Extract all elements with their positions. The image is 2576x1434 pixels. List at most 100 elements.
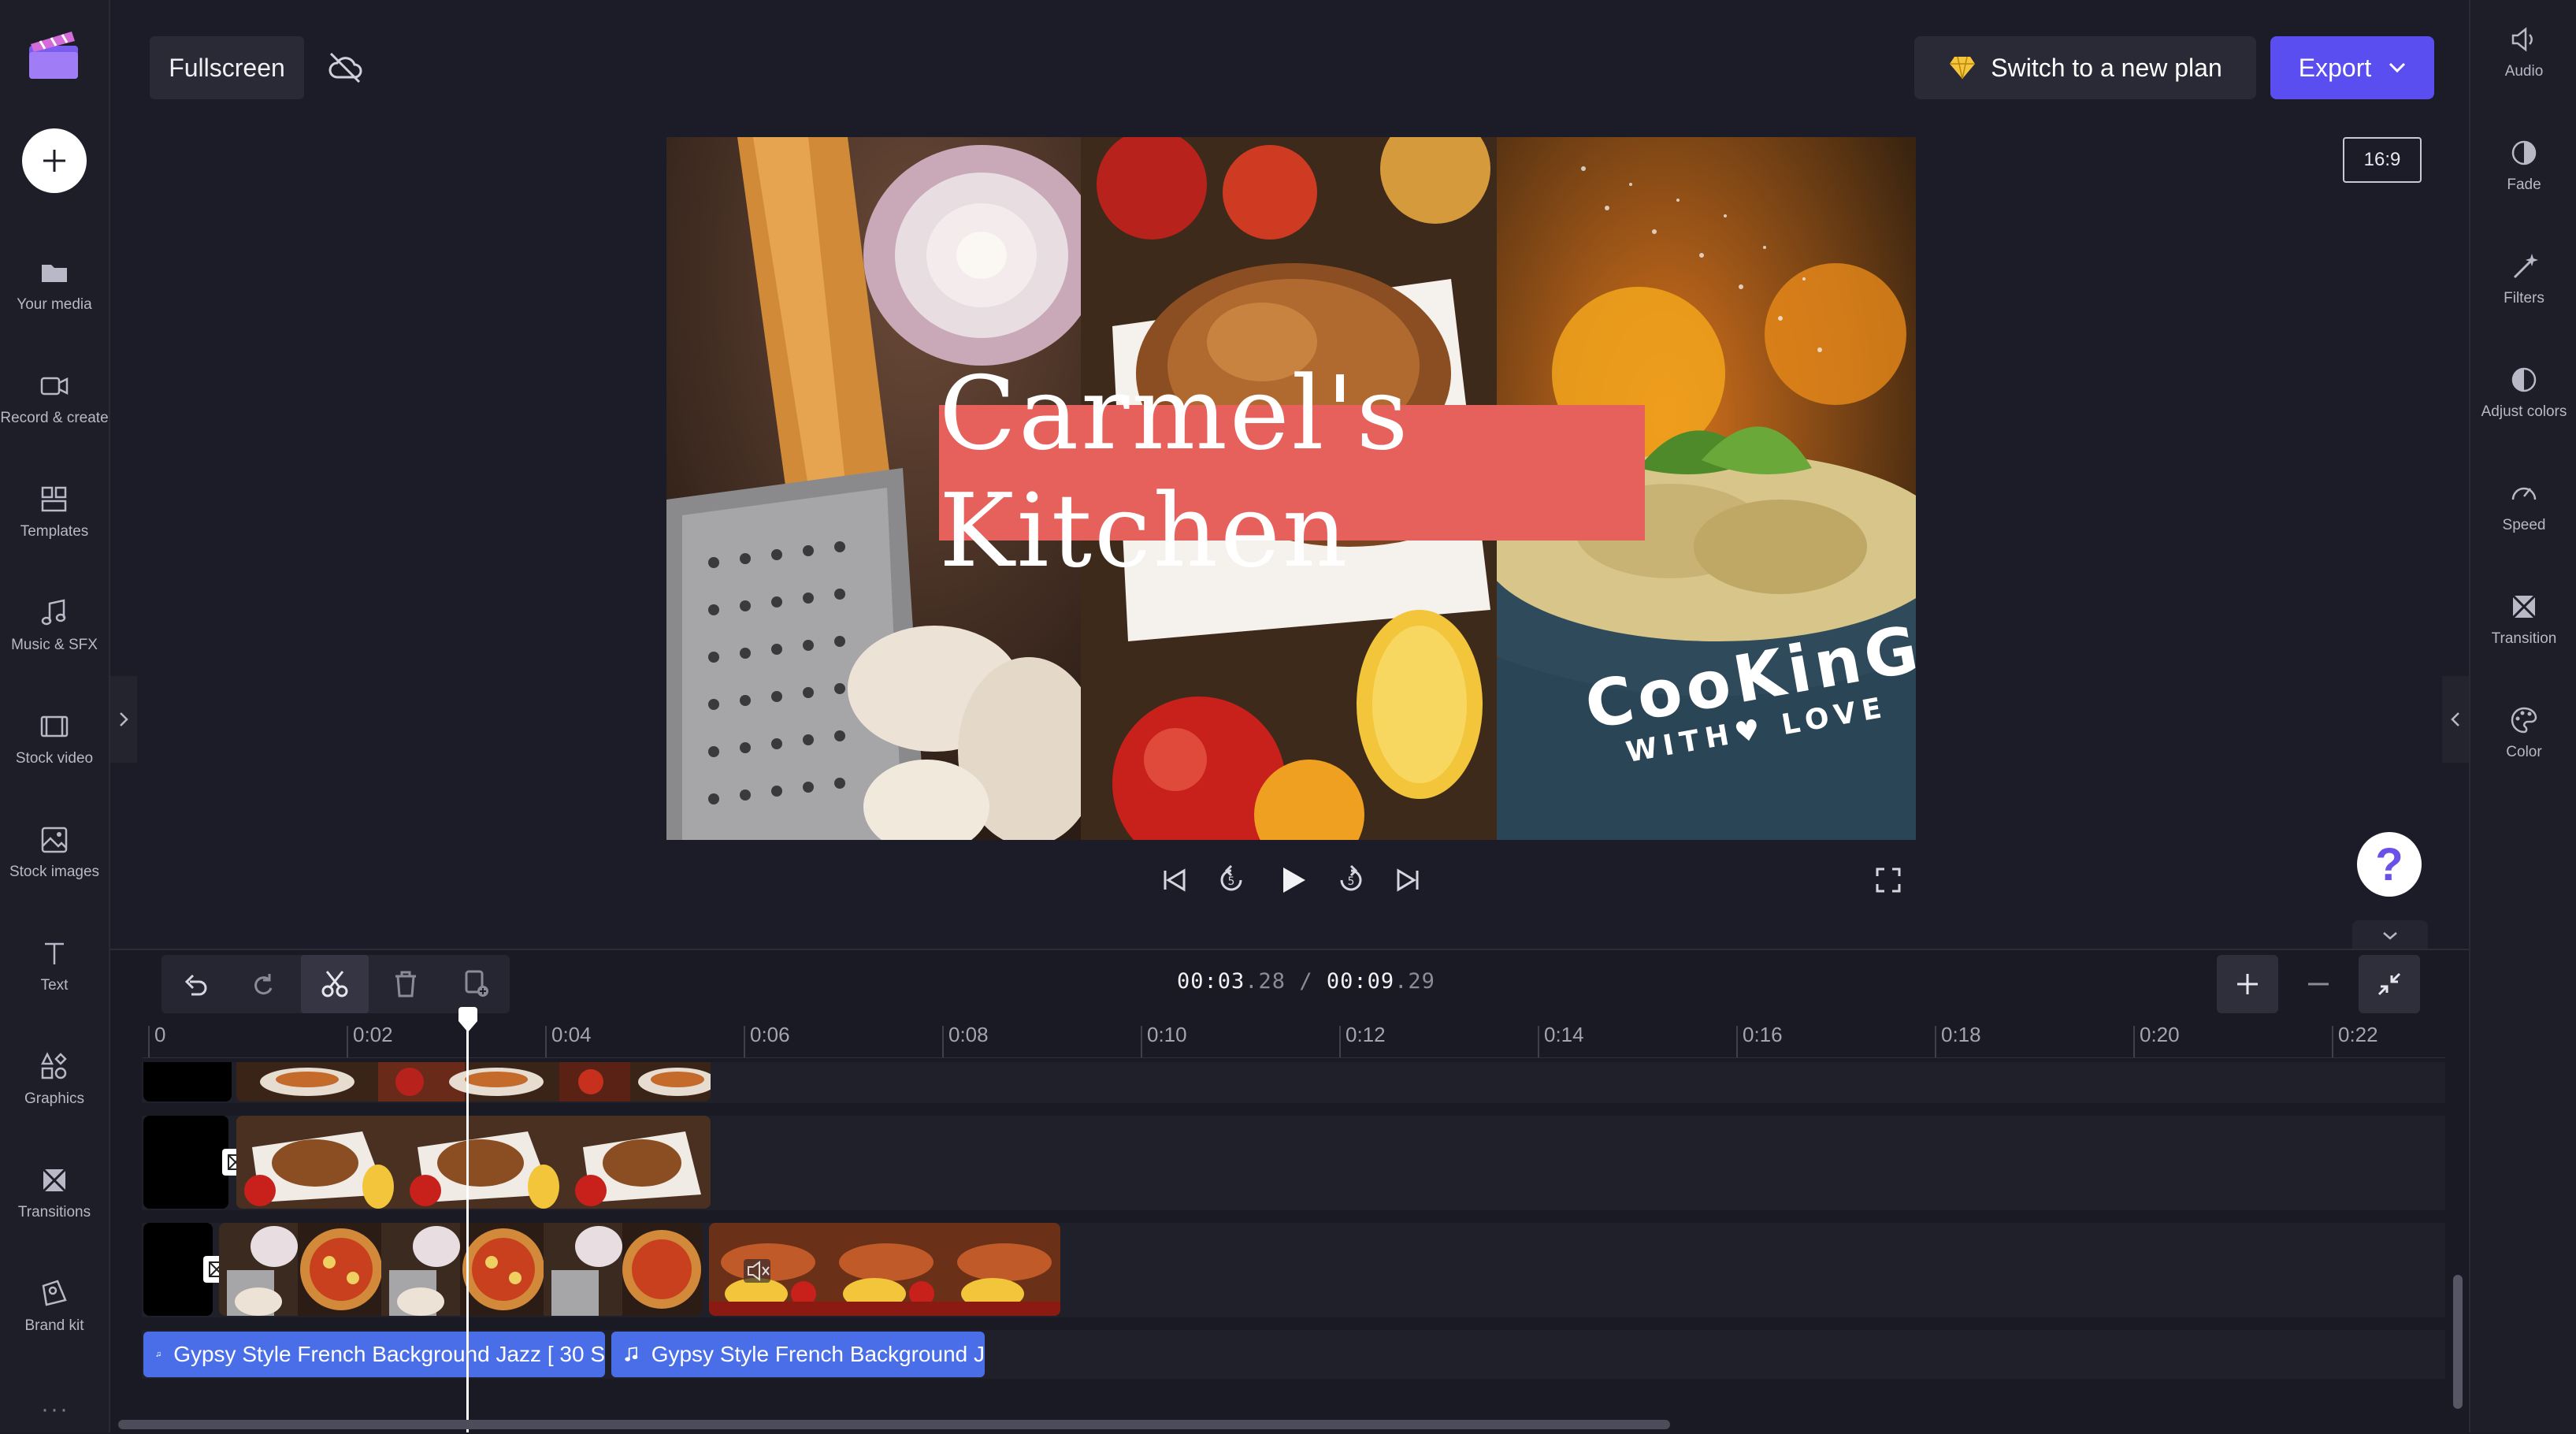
rewind-5s-icon: 5 — [1220, 864, 1242, 891]
preview-fullscreen-button[interactable] — [1869, 860, 1908, 900]
nav-item-label: Adjust colors — [2481, 403, 2567, 420]
nav-item-stock-video[interactable]: Stock video — [0, 711, 109, 805]
nav-item-audio[interactable]: Audio — [2470, 24, 2576, 118]
undo-icon — [184, 974, 207, 996]
nav-item-transition[interactable]: Transition — [2470, 591, 2576, 685]
undo-button[interactable] — [161, 955, 229, 1013]
duplicate-button[interactable] — [443, 955, 510, 1013]
nav-item-label: Your media — [17, 296, 92, 313]
redo-icon — [254, 974, 273, 995]
title-overlay[interactable]: Carmel's Kitchen — [939, 355, 1645, 590]
transition-icon — [39, 1165, 70, 1196]
chevron-right-icon — [120, 712, 128, 726]
nav-item-your-media[interactable]: Your media — [0, 257, 109, 351]
forward-5-button[interactable]: 5 — [1331, 860, 1371, 900]
nav-item-text[interactable]: Text — [0, 938, 109, 1032]
diamond-icon — [1950, 56, 1976, 80]
ruler-label: 0:06 — [750, 1023, 790, 1046]
rewind-5-button[interactable]: 5 — [1212, 860, 1251, 900]
current-frames: .28 — [1245, 969, 1286, 994]
duplicate-icon — [465, 970, 488, 997]
ruler-label: 0:08 — [948, 1023, 989, 1046]
video-clip-4[interactable] — [709, 1223, 1060, 1316]
expand-left-panel-button[interactable] — [110, 676, 137, 763]
timeline-vertical-scrollbar[interactable] — [2453, 1275, 2463, 1409]
ruler-label: 0:20 — [2140, 1023, 2180, 1046]
nav-item-brand-kit[interactable]: Brand kit — [0, 1278, 109, 1373]
ruler-label: 0:02 — [353, 1023, 393, 1046]
nav-item-adjust-colors[interactable]: Adjust colors — [2470, 364, 2576, 459]
nav-item-label: Graphics — [24, 1090, 85, 1107]
clip-thumbnails — [236, 1062, 711, 1102]
ruler-label: 0:22 — [2338, 1023, 2378, 1046]
forward-5s-icon: 5 — [1340, 864, 1362, 891]
black-clip[interactable] — [143, 1062, 232, 1102]
plus-icon — [2237, 974, 2258, 994]
video-preview[interactable]: Carmel's Kitchen CooKinG WITH♥ LOVE — [666, 137, 1916, 840]
zoom-in-button[interactable] — [2217, 955, 2278, 1013]
svg-text:5: 5 — [1228, 875, 1235, 888]
zoom-out-button[interactable] — [2288, 955, 2349, 1013]
minus-icon — [2308, 983, 2329, 986]
nav-item-filters[interactable]: Filters — [2470, 251, 2576, 345]
nav-item-stock-images[interactable]: Stock images — [0, 824, 109, 919]
timeline-ruler[interactable]: 0 0:02 0:04 0:06 0:08 0:10 0:12 0:14 0:16 0:18 0:2… — [142, 1018, 2445, 1058]
switch-plan-label: Switch to a new plan — [1991, 53, 2222, 82]
collapse-timeline-button[interactable] — [2352, 920, 2428, 952]
nav-item-color[interactable]: Color — [2470, 704, 2576, 799]
export-label: Export — [2298, 53, 2372, 82]
play-button[interactable] — [1273, 860, 1312, 900]
current-time: 00:03 — [1177, 969, 1245, 994]
aspect-ratio-button[interactable]: 16:9 — [2343, 137, 2422, 183]
audio-clip-label: Gypsy Style French Background J — [651, 1342, 985, 1366]
nav-item-transitions[interactable]: Transitions — [0, 1165, 109, 1259]
app-logo-icon[interactable] — [26, 28, 81, 82]
split-button[interactable] — [301, 955, 369, 1013]
video-clip-2[interactable] — [236, 1116, 711, 1209]
trash-icon — [395, 971, 416, 997]
skip-to-end-button[interactable] — [1388, 860, 1427, 900]
switch-plan-button[interactable]: Switch to a new plan — [1914, 36, 2256, 99]
ruler-label: 0:10 — [1147, 1023, 1187, 1046]
text-icon — [39, 938, 70, 969]
add-media-button[interactable] — [22, 128, 87, 193]
export-button[interactable]: Export — [2270, 36, 2434, 99]
nav-item-graphics[interactable]: Graphics — [0, 1051, 109, 1146]
black-clip[interactable] — [143, 1116, 228, 1209]
nav-item-speed[interactable]: Speed — [2470, 477, 2576, 572]
speaker-icon — [2508, 24, 2540, 55]
audio-clip-1[interactable]: Gypsy Style French Background Jazz [ 30 … — [143, 1332, 605, 1377]
redo-button[interactable] — [230, 955, 298, 1013]
help-button[interactable]: ? — [2357, 832, 2422, 897]
palette-icon — [2508, 704, 2540, 736]
nav-item-label: Music & SFX — [11, 637, 98, 653]
wand-icon — [2508, 251, 2540, 282]
cloud-sync-off-icon[interactable] — [326, 49, 364, 87]
fullscreen-button[interactable]: Fullscreen — [150, 36, 304, 99]
play-icon — [1283, 867, 1305, 893]
more-options-icon[interactable]: ··· — [41, 1396, 69, 1423]
playhead-handle[interactable] — [457, 1007, 479, 1034]
nav-item-label: Stock images — [9, 864, 100, 880]
clip-thumbnails — [709, 1223, 1060, 1316]
nav-item-record-create[interactable]: Record & create — [0, 370, 109, 465]
chevron-down-icon — [2389, 62, 2406, 73]
nav-item-music-sfx[interactable]: Music & SFX — [0, 597, 109, 692]
nav-item-fade[interactable]: Fade — [2470, 137, 2576, 232]
chevron-down-icon — [2383, 932, 2397, 940]
speedometer-icon — [2508, 477, 2540, 509]
expand-right-panel-button[interactable] — [2442, 676, 2469, 763]
video-clip-1[interactable] — [236, 1062, 711, 1102]
video-clip-3[interactable] — [219, 1223, 703, 1316]
camera-icon — [39, 370, 70, 402]
black-clip[interactable] — [143, 1223, 213, 1316]
skip-to-start-button[interactable] — [1155, 860, 1194, 900]
fade-icon — [2508, 137, 2540, 169]
fit-timeline-button[interactable] — [2359, 955, 2420, 1013]
timeline-horizontal-scrollbar[interactable] — [118, 1420, 1670, 1429]
playhead[interactable] — [466, 1009, 469, 1432]
delete-button[interactable] — [372, 955, 440, 1013]
brand-icon — [39, 1278, 70, 1310]
audio-clip-2[interactable]: Gypsy Style French Background J — [611, 1332, 985, 1377]
nav-item-templates[interactable]: Templates — [0, 484, 109, 578]
